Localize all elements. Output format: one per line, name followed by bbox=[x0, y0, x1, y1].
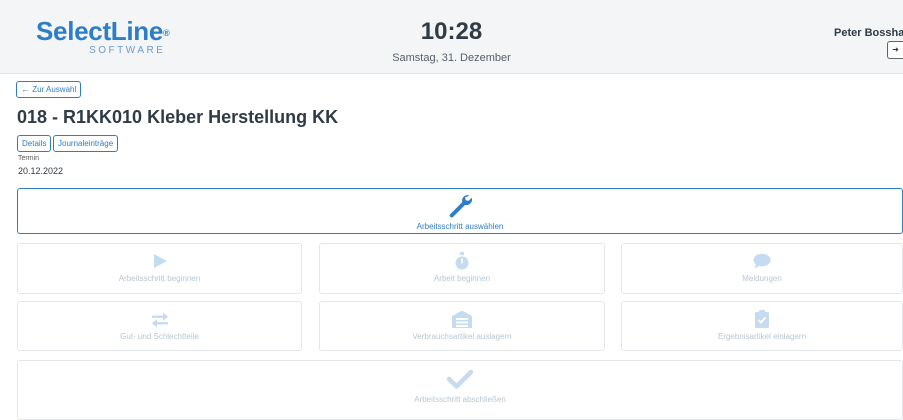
begin-step-label: Arbeitsschritt beginnen bbox=[118, 274, 201, 283]
termin-value: 20.12.2022 bbox=[18, 166, 64, 176]
page-title: 018 - R1KK010 Kleber Herstellung KK bbox=[17, 107, 339, 127]
consume-items-label: Verbrauchsartikel auslagern bbox=[412, 332, 512, 341]
warehouse-icon bbox=[452, 310, 472, 328]
sign-out-icon: ➜ bbox=[892, 45, 899, 54]
arrow-left-icon: ← bbox=[21, 84, 30, 94]
select-step-label: Arbeitsschritt auswählen bbox=[416, 222, 504, 231]
checkmark-icon bbox=[447, 369, 473, 389]
tab-journal-entries[interactable]: Journaleinträge bbox=[53, 135, 119, 152]
finish-step-label: Arbeitsschritt abschließen bbox=[414, 395, 506, 404]
finish-step-button[interactable]: Arbeitsschritt abschließen bbox=[17, 360, 903, 420]
store-result-button[interactable]: Ergebnisartikel einlagern bbox=[621, 301, 903, 351]
messages-button[interactable]: Meldungen bbox=[621, 243, 903, 294]
store-result-label: Ergebnisartikel einlagern bbox=[717, 332, 807, 341]
clipboard-check-icon bbox=[755, 310, 769, 328]
clock-time: 10:28 bbox=[420, 18, 483, 45]
back-to-selection-button[interactable]: ← Zur Auswahl bbox=[16, 81, 82, 98]
play-icon bbox=[153, 254, 167, 268]
begin-step-button[interactable]: Arbeitsschritt beginnen bbox=[17, 243, 302, 294]
select-step-button[interactable]: Arbeitsschritt auswählen bbox=[17, 188, 903, 234]
logout-button[interactable]: ➜ bbox=[887, 41, 903, 59]
begin-work-label: Arbeit beginnen bbox=[433, 274, 491, 283]
termin-label: Termin bbox=[18, 155, 40, 162]
tab-details[interactable]: Details bbox=[17, 135, 52, 152]
back-button-label: Zur Auswahl bbox=[32, 85, 77, 94]
stopwatch-icon bbox=[455, 252, 469, 270]
good-bad-parts-button[interactable]: Gut- und Schlechtteile bbox=[17, 301, 302, 351]
messages-label: Meldungen bbox=[742, 274, 782, 283]
consume-items-button[interactable]: Verbrauchsartikel auslagern bbox=[319, 301, 605, 351]
wrench-icon bbox=[449, 195, 473, 218]
clock-date: Samstag, 31. Dezember bbox=[392, 52, 511, 64]
speech-bubble-icon bbox=[753, 253, 771, 269]
user-name: Peter Bosshard bbox=[834, 27, 903, 39]
good-bad-parts-label: Gut- und Schlechtteile bbox=[120, 332, 199, 341]
begin-work-button[interactable]: Arbeit beginnen bbox=[319, 243, 605, 294]
exchange-arrows-icon bbox=[151, 312, 168, 328]
app-header: SelectLine® SOFTWARE 10:28 Samstag, 31. … bbox=[0, 0, 903, 74]
